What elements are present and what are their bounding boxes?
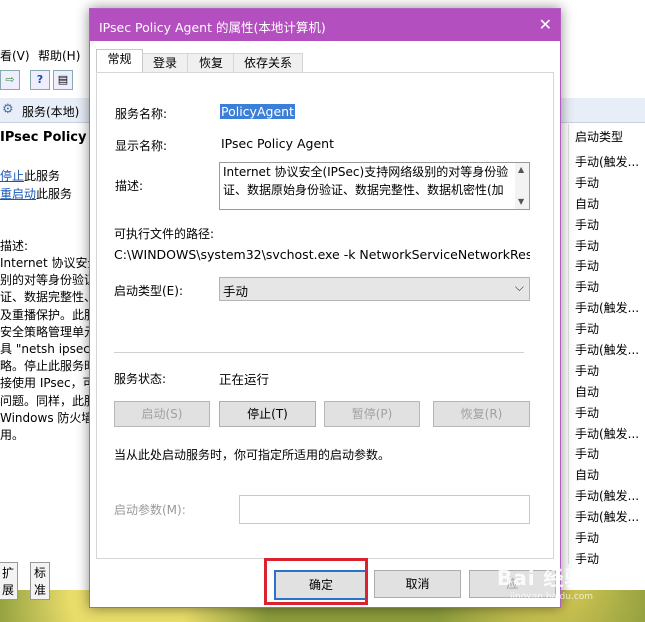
dialog-title: IPsec Policy Agent 的属性(本地计算机) (99, 20, 326, 35)
startup-type-cell: 手动 (575, 280, 600, 295)
watermark-logo: Bai 经验 (497, 566, 586, 590)
description-line: 问题。同样，此服 (0, 393, 90, 408)
stop-service-link[interactable]: 停止此服务 (0, 167, 60, 184)
path-label: 可执行文件的路径: (114, 227, 215, 241)
left-pane-header: ⚙ 服务(本地) (0, 98, 90, 123)
tab-dependencies[interactable]: 依存关系 (233, 53, 303, 73)
display-name-value[interactable]: IPsec Policy Agent (221, 136, 334, 151)
path-value[interactable]: C:\WINDOWS\system32\svchost.exe -k Netwo… (114, 247, 530, 262)
service-status-label: 服务状态: (114, 372, 167, 386)
startup-type-cell: 手动 (575, 363, 600, 378)
scroll-up-icon[interactable]: ▲ (518, 165, 524, 174)
general-tab-page: 服务名称: PolicyAgent 显示名称: IPsec Policy Age… (96, 72, 554, 559)
properties-dialog: IPsec Policy Agent 的属性(本地计算机) ✕ 登录 恢复 依存… (89, 8, 561, 608)
startup-type-cell: 手动 (575, 322, 600, 337)
ok-highlight-box (264, 558, 368, 605)
stop-button[interactable]: 停止(T) (219, 401, 316, 427)
start-params-input[interactable] (239, 495, 530, 524)
service-description: Internet 协议安全 别的对等身份验证 证、数据完整性、 及重播保护。此服 安全策… (0, 255, 90, 444)
properties-icon[interactable]: ▤ (53, 70, 73, 90)
startup-type-cell: 手动(触发... (575, 155, 640, 169)
startup-type-cell: 自动 (575, 196, 600, 211)
close-icon[interactable]: ✕ (539, 15, 552, 34)
watermark-url: jingyan.baidu.com (510, 592, 594, 602)
startup-type-cell: 手动(触发... (575, 510, 640, 525)
description-label: 描述: (115, 179, 144, 193)
startup-type-label: 启动类型(E): (114, 284, 183, 298)
description-line: Internet 协议安全 (0, 256, 90, 270)
startup-type-cell: 手动 (575, 447, 600, 462)
gear-icon: ⚙ (2, 102, 14, 117)
startup-type-cell: 手动 (575, 217, 600, 232)
description-line: 别的对等身份验证 (0, 273, 90, 288)
startup-type-cell: 手动 (575, 405, 600, 420)
tab-logon[interactable]: 登录 (141, 53, 189, 73)
startup-type-cell: 手动 (575, 238, 600, 253)
tab-general[interactable]: 常规 (96, 49, 143, 74)
section-divider (114, 352, 524, 353)
description-line: 及重播保护。此服 (0, 307, 90, 322)
startup-type-cell: 手动(触发... (575, 426, 640, 441)
startup-type-cell: 手动 (575, 531, 600, 546)
hint-text: 当从此处启动服务时，你可指定所适用的启动参数。 (114, 448, 391, 462)
description-line: 具 "netsh ipsec" (0, 342, 90, 357)
column-separator (568, 124, 569, 564)
startup-type-cell: 手动 (575, 175, 600, 190)
left-pane-title: 服务(本地) (22, 105, 80, 119)
menu-help[interactable]: 帮助(H) (38, 47, 80, 64)
tab-standard[interactable]: 标准 (30, 562, 51, 600)
right-pane-header (560, 98, 645, 123)
resume-button[interactable]: 恢复(R) (433, 401, 530, 427)
startup-type-select[interactable]: 手动 ⌵ (219, 277, 530, 301)
startup-type-cell: 手动(触发... (575, 301, 640, 316)
service-name-label: 服务名称: (115, 107, 168, 121)
start-button[interactable]: 启动(S) (114, 401, 210, 427)
title-bar: IPsec Policy Agent 的属性(本地计算机) ✕ (90, 9, 560, 41)
description-textbox[interactable]: Internet 协议安全(IPSec)支持网络级别的对等身份验证、数据原始身份… (219, 162, 530, 210)
chevron-down-icon: ⌵ (514, 280, 524, 294)
description-line: 证、数据完整性、 (0, 290, 90, 305)
export-icon[interactable]: ⇨ (0, 70, 20, 90)
tab-recovery[interactable]: 恢复 (187, 53, 235, 73)
restart-service-link[interactable]: 重启动此服务 (0, 185, 72, 202)
display-name-label: 显示名称: (115, 139, 168, 153)
startup-type-selected: 手动 (223, 284, 249, 299)
startup-type-column: 手动(触发... 手动 自动 手动 手动 手动 手动 手动(触发... 手动 手动(触发... 手动… (575, 153, 645, 571)
description-text: Internet 协议安全(IPSec)支持网络级别的对等身份验证、数据原始身份… (223, 165, 509, 197)
start-params-label: 启动参数(M): (114, 503, 186, 517)
service-name-value[interactable]: PolicyAgent (220, 104, 295, 119)
scroll-down-icon[interactable]: ▼ (518, 197, 524, 206)
description-line: 安全策略管理单元 (0, 324, 90, 339)
startup-type-cell: 手动 (575, 259, 600, 274)
startup-type-cell: 手动(触发... (575, 343, 640, 358)
startup-type-cell: 自动 (575, 468, 600, 483)
menu-view[interactable]: 看(V) (0, 47, 30, 64)
description-line: 接使用 IPsec，可 (0, 376, 90, 391)
startup-type-cell: 自动 (575, 384, 600, 399)
description-line: 略。停止此服务时 (0, 359, 90, 374)
description-heading: 描述: (0, 239, 29, 253)
column-header-startup-type[interactable]: 启动类型 (575, 128, 623, 145)
startup-type-cell: 手动(触发... (575, 489, 640, 504)
tab-extended[interactable]: 扩展 (0, 562, 19, 600)
description-line: 用。 (0, 428, 25, 443)
service-status-value: 正在运行 (219, 372, 270, 387)
description-scrollbar[interactable]: ▲ ▼ (515, 163, 529, 209)
description-line: Windows 防火墙 (0, 410, 90, 425)
pause-button[interactable]: 暂停(P) (324, 401, 420, 427)
help-icon[interactable]: ? (30, 70, 50, 90)
cancel-button[interactable]: 取消 (374, 570, 461, 598)
